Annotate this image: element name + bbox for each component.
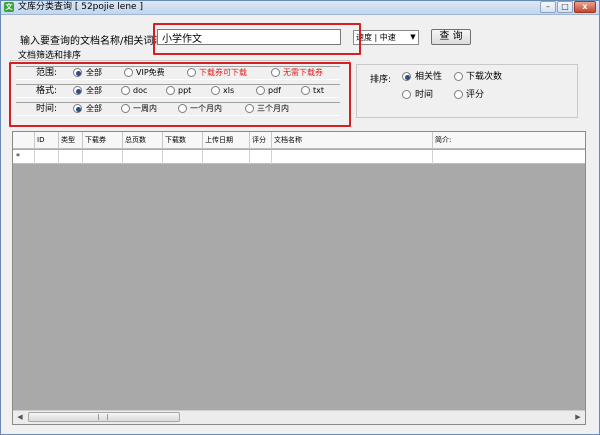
sort-label: 排序: <box>370 75 392 85</box>
column-header-rating[interactable]: 评分 <box>250 132 272 149</box>
column-header-pages[interactable]: 总页数 <box>123 132 163 149</box>
minimize-button[interactable]: – <box>540 1 556 13</box>
sort-time-radio[interactable] <box>402 90 411 99</box>
grip-icon <box>98 414 108 420</box>
app-icon: 文 <box>4 2 14 12</box>
cell-coupon[interactable] <box>83 150 123 164</box>
cell-doc-name[interactable] <box>272 150 433 164</box>
query-button[interactable]: 查 询 <box>431 29 471 45</box>
sort-relevance-radio[interactable] <box>402 72 411 81</box>
cell-type[interactable] <box>59 150 83 164</box>
cell-id[interactable] <box>35 150 59 164</box>
sort-rating-radio[interactable] <box>454 90 463 99</box>
results-grid[interactable] <box>12 131 586 425</box>
scroll-left-icon[interactable]: ◀ <box>13 410 27 424</box>
column-header-upload-date[interactable]: 上传日期 <box>203 132 250 149</box>
column-header-summary[interactable]: 简介: <box>433 132 585 149</box>
scroll-right-icon[interactable]: ▶ <box>571 410 585 424</box>
sort-downloads-label[interactable]: 下载次数 <box>466 71 502 83</box>
cell-upload-date[interactable] <box>203 150 250 164</box>
cell-pages[interactable] <box>123 150 163 164</box>
search-highlight-box <box>153 23 361 55</box>
close-button[interactable]: x <box>574 1 596 13</box>
window-title: 文库分类查询 [ 52pojie lene ] <box>18 2 143 12</box>
new-row-indicator: * <box>16 152 20 161</box>
chevron-down-icon[interactable]: ▼ <box>407 30 419 45</box>
row-header-column <box>13 132 35 149</box>
column-header-downloads[interactable]: 下载数 <box>163 132 203 149</box>
column-header-type[interactable]: 类型 <box>59 132 83 149</box>
sort-rating-label[interactable]: 评分 <box>466 89 484 101</box>
column-header-id[interactable]: ID <box>35 132 59 149</box>
sort-downloads-radio[interactable] <box>454 72 463 81</box>
sort-time-label[interactable]: 时间 <box>415 89 433 101</box>
cell-summary[interactable] <box>433 150 585 164</box>
column-header-doc-name[interactable]: 文档名称 <box>272 132 433 149</box>
cell-rating[interactable] <box>250 150 272 164</box>
cell-downloads[interactable] <box>163 150 203 164</box>
filter-highlight-box <box>9 62 351 127</box>
column-header-coupon[interactable]: 下载券 <box>83 132 123 149</box>
query-label: 输入要查询的文档名称/相关词汇: <box>20 36 167 47</box>
maximize-button[interactable]: □ <box>557 1 573 13</box>
sort-relevance-label[interactable]: 相关性 <box>415 71 442 83</box>
